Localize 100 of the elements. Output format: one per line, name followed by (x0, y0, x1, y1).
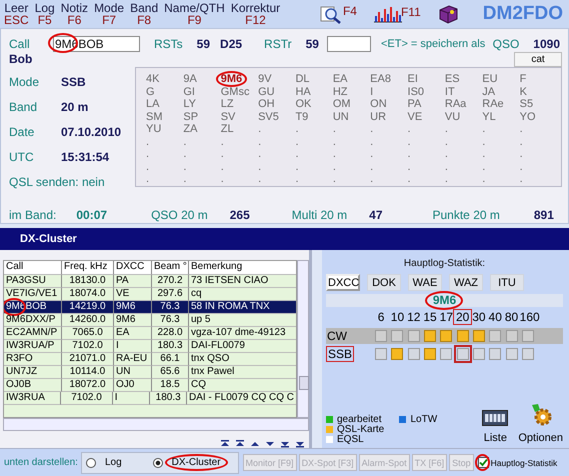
prefix[interactable]: HZ (332, 86, 348, 98)
menu-item[interactable]: Mode F7 (94, 2, 124, 26)
column-header[interactable]: Call (4, 261, 62, 275)
prefix[interactable]: SP (183, 110, 198, 122)
prefix[interactable]: . (295, 136, 299, 148)
menu-item[interactable]: Korrektur F12 (230, 2, 280, 26)
prefix[interactable]: JA (482, 86, 496, 98)
arrow-icon[interactable] (235, 439, 245, 448)
prefix[interactable]: 9M6 (216, 71, 248, 87)
prefix[interactable]: LA (146, 98, 160, 110)
prefix[interactable]: . (258, 160, 262, 172)
prefix[interactable]: EI (408, 73, 418, 85)
prefix[interactable]: SV (220, 110, 236, 122)
prefix[interactable]: EA8 (370, 73, 391, 85)
prefix[interactable]: . (482, 160, 486, 172)
spot-row[interactable]: UN7JZ 10114.0 UN 65.6 tnx Pawel (4, 366, 296, 379)
prefix[interactable]: . (258, 173, 262, 185)
prefix[interactable]: UN (332, 110, 349, 122)
column-header[interactable]: Freq. kHz (62, 261, 114, 275)
spot-row[interactable]: IW3RUA 7102.0 I 180.3 DAI - FL0079 CQ CQ C (4, 392, 296, 405)
prefix[interactable]: ZA (183, 123, 198, 135)
prefix[interactable]: . (220, 173, 224, 185)
prefix[interactable]: . (183, 173, 186, 185)
prefix[interactable]: . (146, 173, 150, 185)
prefix[interactable]: YU (146, 123, 162, 135)
radio-button[interactable] (86, 458, 96, 468)
spot-row[interactable]: 9M6DXX/P 14260.0 9M6 76.3 up 5 (4, 314, 296, 327)
prefix[interactable]: ZL (220, 123, 234, 135)
prefix[interactable]: . (332, 173, 336, 185)
scrollbar[interactable] (3, 418, 309, 431)
prefix[interactable]: . (183, 136, 186, 148)
prefix[interactable]: . (370, 123, 374, 135)
prefix[interactable]: 9V (258, 73, 272, 85)
prefix[interactable]: RAa (444, 98, 466, 110)
prefix[interactable]: . (408, 173, 411, 185)
prefix[interactable]: . (258, 136, 262, 148)
prefix[interactable]: . (295, 148, 299, 160)
prefix[interactable]: . (482, 123, 486, 135)
checkbox[interactable] (478, 457, 489, 468)
statistics-tab[interactable]: WAE (408, 274, 442, 291)
prefix[interactable]: 9A (183, 73, 197, 85)
menu-item[interactable]: Notiz F6 (60, 2, 88, 26)
prefix[interactable]: I (370, 86, 374, 98)
prefix[interactable]: GI (183, 86, 195, 98)
action-button[interactable]: Liste (484, 432, 507, 444)
prefix[interactable]: . (520, 173, 523, 185)
prefix[interactable]: IT (444, 86, 455, 98)
spot-row[interactable]: OJ0B 18072.0 OJ0 18.5 CQ (4, 379, 296, 392)
prefix[interactable]: T9 (295, 110, 308, 122)
prefix[interactable]: S5 (520, 98, 534, 110)
prefix[interactable]: . (444, 123, 448, 135)
prefix[interactable]: EA (332, 73, 348, 85)
prefix[interactable]: . (146, 148, 150, 160)
prefix[interactable]: . (220, 160, 224, 172)
prefix[interactable]: . (332, 136, 336, 148)
prefix[interactable]: . (408, 136, 411, 148)
prefix[interactable]: . (520, 148, 523, 160)
prefix[interactable]: . (408, 148, 411, 160)
prefix[interactable]: . (408, 123, 411, 135)
prefix[interactable]: IS0 (408, 86, 424, 98)
prefix[interactable]: OM (332, 98, 351, 110)
prefix[interactable]: . (332, 160, 336, 172)
action-button[interactable]: Optionen (518, 432, 563, 444)
prefix[interactable]: LY (183, 98, 196, 110)
arrow-icon[interactable] (220, 439, 230, 448)
prefix[interactable]: . (520, 160, 523, 172)
prefix[interactable]: . (183, 160, 186, 172)
statistics-tab[interactable]: DOK (367, 274, 401, 291)
column-header[interactable]: DXCC (114, 261, 152, 275)
prefix[interactable]: . (370, 160, 374, 172)
menu-item[interactable]: Log F5 (34, 2, 55, 26)
prefix[interactable]: . (370, 148, 374, 160)
rstr-field[interactable] (326, 36, 371, 52)
prefix[interactable]: G (146, 86, 155, 98)
spot-row[interactable]: R3FO 21071.0 RA-EU 66.1 tnx QSO (4, 353, 296, 366)
prefix[interactable]: VU (444, 110, 460, 122)
prefix[interactable]: . (295, 123, 299, 135)
prefix[interactable]: K (520, 86, 527, 98)
prefix[interactable]: RAe (482, 98, 504, 110)
statistics-tab[interactable]: ITU (490, 274, 524, 291)
prefix[interactable]: YL (482, 110, 496, 122)
prefix[interactable]: . (220, 148, 224, 160)
prefix[interactable]: . (295, 173, 299, 185)
prefix[interactable]: UR (370, 110, 386, 122)
prefix[interactable]: F (520, 73, 526, 85)
prefix[interactable]: . (220, 136, 224, 148)
menu-item[interactable]: Leer ESC (4, 2, 29, 26)
prefix[interactable]: . (444, 160, 448, 172)
statistics-tab[interactable]: WAZ (449, 274, 483, 291)
prefix[interactable]: . (332, 123, 336, 135)
prefix[interactable]: . (444, 136, 448, 148)
spot-row[interactable]: EC2AMN/P 7065.0 EA 228.0 vgza-107 dme-49123 (4, 327, 296, 340)
prefix[interactable]: GU (258, 86, 275, 98)
column-header[interactable]: Beam ° (152, 261, 189, 275)
prefix[interactable]: GMsc (220, 86, 250, 98)
prefix[interactable]: YO (520, 110, 536, 122)
list-icon[interactable] (482, 410, 508, 426)
arrow-icon[interactable] (280, 439, 290, 448)
prefix[interactable]: LZ (220, 98, 234, 110)
prefix[interactable]: . (295, 160, 299, 172)
